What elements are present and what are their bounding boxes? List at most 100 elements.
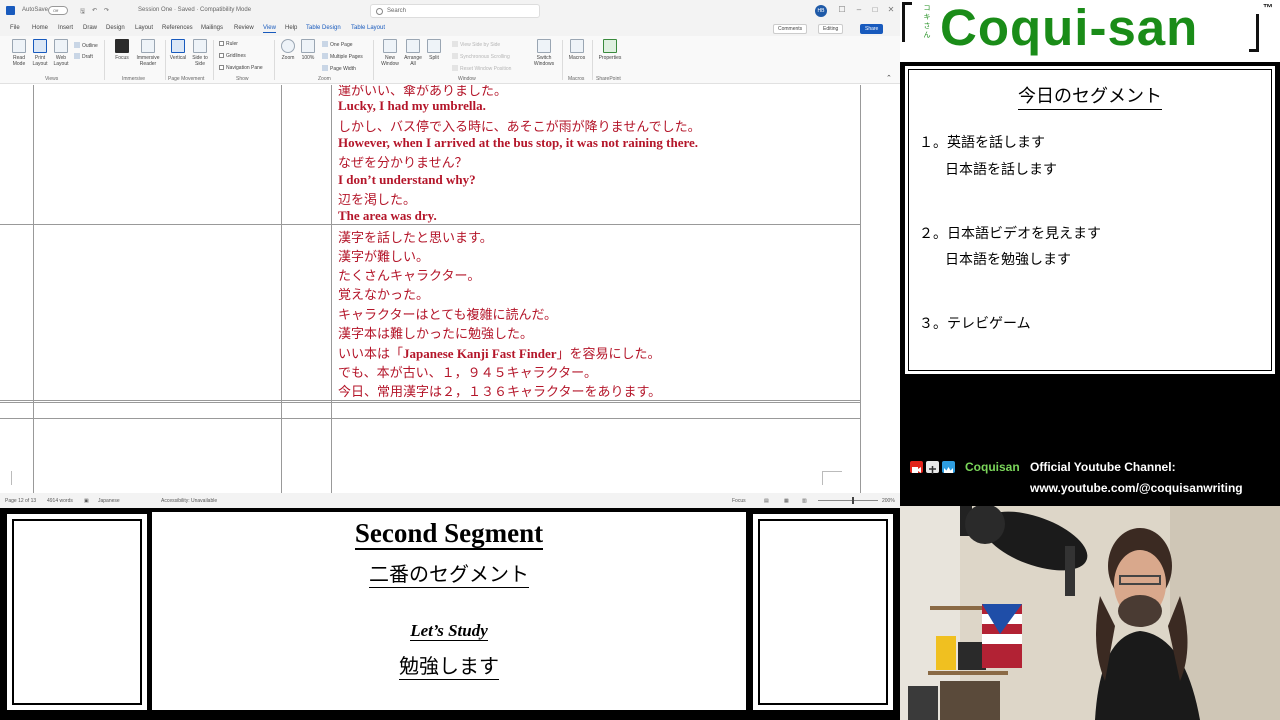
one-page-button[interactable]: One Page (322, 41, 353, 48)
proofing-icon[interactable]: ▣ (84, 498, 89, 504)
group-sharepoint: SharePoint (596, 76, 621, 82)
magnifier-icon (281, 39, 295, 53)
gridlines-checkbox[interactable]: Gridlines (219, 53, 246, 59)
document-canvas[interactable]: 運がいい、傘がありました。 Lucky, I had my umbrella. … (0, 85, 900, 493)
arrange-all-button[interactable]: Arrange All (402, 39, 424, 67)
immersive-reader-icon (141, 39, 155, 53)
properties-label: Properties (598, 55, 622, 61)
tab-layout[interactable]: Layout (135, 25, 153, 31)
multiple-pages-button[interactable]: Multiple Pages (322, 53, 363, 60)
ribbon-options-icon[interactable]: ☐ (835, 4, 849, 16)
word-window: AutoSave Off 🖫 ↶ ↷ Session One · Saved ·… (0, 0, 900, 508)
channel-url: www.youtube.com/@coquisanwriting (1030, 481, 1243, 495)
ribbon-divider (165, 40, 166, 80)
save-icon[interactable]: 🖫 (80, 7, 85, 17)
switch-windows-button[interactable]: Switch Windows (530, 39, 558, 67)
segment-title-en-text: Second Segment (354, 518, 544, 550)
tab-view[interactable]: View (263, 25, 276, 33)
ribbon-divider (373, 40, 374, 80)
share-button[interactable]: Share (860, 24, 884, 34)
sync-scrolling-button[interactable]: Synchronous Scrolling (452, 53, 510, 60)
vertical-button[interactable]: Vertical (168, 39, 188, 61)
tab-review[interactable]: Review (234, 25, 254, 31)
tab-references[interactable]: References (162, 25, 193, 31)
table-border (33, 85, 34, 493)
word-count[interactable]: 4914 words (47, 498, 73, 504)
side-to-side-button[interactable]: Side to Side (190, 39, 210, 67)
zoom-button[interactable]: Zoom (279, 39, 297, 61)
todays-segments-title: 今日のセグメント (909, 82, 1271, 110)
tab-table-layout[interactable]: Table Layout (351, 25, 385, 31)
focus-button[interactable]: Focus (112, 39, 132, 61)
table-border (331, 85, 332, 493)
read-mode-button[interactable]: Read Mode (8, 39, 30, 67)
outline-button[interactable]: Outline (74, 42, 98, 49)
new-window-button[interactable]: New Window (378, 39, 402, 67)
focus-mode-button[interactable]: Focus (732, 498, 746, 504)
comments-button[interactable]: Comments (773, 24, 808, 34)
logo-bracket-left (902, 2, 912, 42)
minimize-icon[interactable]: – (852, 4, 866, 16)
macros-button[interactable]: Macros (566, 39, 588, 61)
zoom-100-button[interactable]: 100% (299, 39, 317, 61)
web-layout-view-icon[interactable]: ▥ (802, 498, 807, 504)
page-corner-mark (822, 471, 832, 485)
draft-button[interactable]: Draft (74, 53, 93, 60)
undo-icon[interactable]: ↶ (92, 7, 97, 14)
zoom-label: Zoom (281, 55, 295, 61)
accessibility-status[interactable]: Accessibility: Unavailable (161, 498, 217, 504)
focus-icon (115, 39, 129, 53)
properties-button[interactable]: Properties (596, 39, 624, 61)
web-layout-button[interactable]: Web Layout (51, 39, 71, 67)
page-count[interactable]: Page 12 of 13 (5, 498, 36, 504)
logo-furigana: コキさん (923, 4, 931, 39)
user-avatar[interactable]: HB (815, 5, 827, 17)
group-window: Window (458, 76, 476, 82)
right-side-box-frame (758, 519, 888, 705)
search-box[interactable]: Search (370, 4, 540, 18)
maximize-icon[interactable]: □ (868, 4, 882, 16)
tab-mailings[interactable]: Mailings (201, 25, 223, 31)
tab-design[interactable]: Design (106, 25, 125, 31)
split-button[interactable]: Split (425, 39, 443, 61)
immersive-reader-button[interactable]: Immersive Reader (134, 39, 162, 67)
redo-icon[interactable]: ↷ (104, 7, 109, 14)
tab-help[interactable]: Help (285, 25, 297, 31)
read-mode-view-icon[interactable]: ▤ (764, 498, 769, 504)
table-border (860, 85, 861, 493)
view-side-by-side-button[interactable]: View Side by Side (452, 41, 500, 48)
agenda-item-3: ３。テレビゲーム (919, 313, 1031, 333)
language-indicator[interactable]: Japanese (98, 498, 120, 504)
doc-line-jp: 運がいい、傘がありました。 (338, 85, 508, 99)
print-layout-button[interactable]: Print Layout (30, 39, 50, 67)
macros-icon (570, 39, 584, 53)
agenda-item-1: １。英語を話します (919, 132, 1045, 152)
zoom-level[interactable]: 200% (882, 498, 895, 504)
tab-file[interactable]: File (10, 25, 20, 31)
ruler-checkbox[interactable]: Ruler (219, 41, 238, 47)
close-icon[interactable]: ✕ (884, 4, 898, 16)
segment-subtitle-en-text: Let’s Study (410, 621, 488, 641)
doc-line-en: I don’t understand why? (338, 172, 476, 187)
tab-insert[interactable]: Insert (58, 25, 73, 31)
tab-draw[interactable]: Draw (83, 25, 97, 31)
page-width-button[interactable]: Page Width (322, 65, 356, 72)
editing-button[interactable]: Editing (818, 24, 844, 34)
reset-window-position-icon (452, 65, 458, 71)
kanji-book-post: 」を容易にした。 (556, 347, 661, 362)
navigation-pane-checkbox[interactable]: Navigation Pane (219, 65, 263, 71)
collapse-ribbon-icon[interactable]: ⌃ (886, 74, 892, 82)
agenda-number: １。 (919, 135, 947, 151)
reset-window-position-button[interactable]: Reset Window Position (452, 65, 511, 72)
ribbon-divider (213, 40, 214, 80)
zoom-slider[interactable] (818, 500, 878, 501)
tab-home[interactable]: Home (32, 25, 48, 31)
read-mode-icon (12, 39, 26, 53)
vertical-icon (171, 39, 185, 53)
autosave-state: Off (53, 8, 59, 13)
zoom-slider-thumb[interactable] (852, 497, 854, 504)
print-layout-view-icon[interactable]: ▦ (784, 498, 789, 504)
tab-table-design[interactable]: Table Design (306, 25, 341, 31)
doc-line-jp: 今日、常用漢字は２，１３６キャラクターをあります。 (338, 385, 662, 400)
outline-label: Outline (82, 43, 98, 49)
